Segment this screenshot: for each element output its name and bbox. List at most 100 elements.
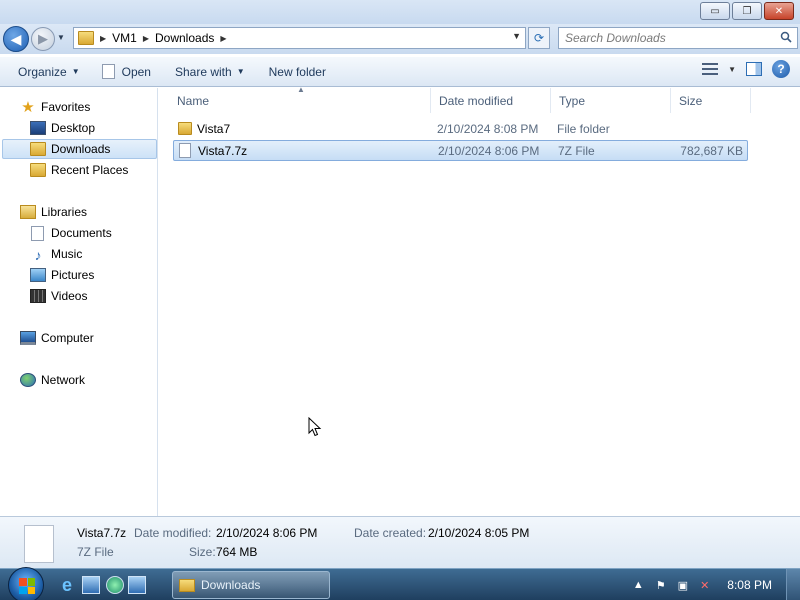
file-name: Vista7 <box>197 122 231 136</box>
forward-button[interactable]: ▶ <box>31 27 55 51</box>
change-view-icon[interactable] <box>702 63 719 75</box>
address-bar[interactable]: ▶ VM1 ▶ Downloads ▶ ▼ <box>73 27 526 49</box>
nav-pictures[interactable]: Pictures <box>30 265 94 285</box>
nav-label: Documents <box>51 226 112 240</box>
search-input[interactable] <box>559 28 769 48</box>
file-list: ▲ Name Date modified Type Size Vista7 2/… <box>159 85 800 516</box>
nav-favorites[interactable]: ★ Favorites <box>20 97 90 117</box>
documents-icon <box>31 225 44 241</box>
folder-icon <box>178 122 192 135</box>
details-file-type: 7Z File <box>77 545 114 559</box>
help-icon[interactable]: ? <box>772 60 790 78</box>
recent-places-icon <box>30 163 46 177</box>
details-date-created-label: Date created: <box>354 526 427 540</box>
file-type: 7Z File <box>558 144 595 158</box>
mouse-pointer-icon <box>308 417 322 437</box>
breadcrumb-vm1[interactable]: VM1 <box>112 31 137 45</box>
show-hidden-icons-icon[interactable]: ▲ <box>633 579 644 591</box>
column-header-type[interactable]: Type <box>551 88 671 113</box>
show-desktop-icon[interactable] <box>82 576 100 594</box>
window-controls: ▭ ❐ ✕ <box>700 2 794 20</box>
network-status-icon[interactable]: ▣ <box>678 579 688 592</box>
details-date-modified: 2/10/2024 8:06 PM <box>216 526 318 540</box>
new-folder-label: New folder <box>268 64 326 79</box>
nav-videos[interactable]: Videos <box>30 286 87 306</box>
nav-music[interactable]: ♪ Music <box>30 244 83 264</box>
desktop-icon <box>30 121 46 135</box>
nav-libraries[interactable]: Libraries <box>20 202 87 222</box>
start-button[interactable] <box>8 567 44 600</box>
share-with-button[interactable]: Share with ▼ <box>169 60 251 84</box>
new-folder-button[interactable]: New folder <box>263 60 332 84</box>
taskbar-button-downloads[interactable]: Downloads <box>172 571 330 599</box>
column-header-date-modified[interactable]: Date modified <box>431 88 551 113</box>
details-pane: Vista7.7z 7Z File Date modified: 2/10/20… <box>0 516 800 568</box>
file-row-vista7[interactable]: Vista7 2/10/2024 8:08 PM File folder <box>173 119 748 140</box>
back-button[interactable]: ◀ <box>3 26 29 52</box>
nav-label: Favorites <box>41 100 91 114</box>
open-button[interactable]: Open <box>96 60 157 84</box>
music-icon: ♪ <box>34 247 42 263</box>
organize-button[interactable]: Organize ▼ <box>12 60 86 84</box>
nav-computer[interactable]: Computer <box>20 328 94 348</box>
organize-label: Organize <box>18 64 67 79</box>
nav-documents[interactable]: Documents <box>31 223 112 243</box>
breadcrumb-downloads[interactable]: Downloads <box>155 31 214 45</box>
star-icon: ★ <box>21 99 35 116</box>
share-with-label: Share with <box>174 64 232 79</box>
column-header-name[interactable]: Name <box>169 88 431 113</box>
nav-downloads[interactable]: Downloads <box>2 139 157 159</box>
file-row-vista7-7z[interactable]: Vista7.7z 2/10/2024 8:06 PM 7Z File 782,… <box>173 140 748 161</box>
internet-explorer-icon[interactable]: e <box>58 576 76 594</box>
command-bar: Organize ▼ Open Share with ▼ New folder … <box>0 57 800 87</box>
windows-logo-icon <box>19 578 35 594</box>
search-icon[interactable] <box>780 31 792 43</box>
clock[interactable]: 8:08 PM <box>727 578 772 592</box>
breadcrumb-separator-icon[interactable]: ▶ <box>100 34 106 43</box>
file-type: File folder <box>557 122 610 136</box>
column-headers: ▲ Name Date modified Type Size <box>159 85 800 113</box>
pictures-icon <box>30 268 46 282</box>
taskbar-button-label: Downloads <box>201 578 261 592</box>
file-icon <box>101 64 115 79</box>
folder-icon <box>78 31 94 45</box>
nav-network[interactable]: Network <box>20 370 85 390</box>
view-controls: ▼ ? <box>702 60 790 78</box>
media-player-icon[interactable] <box>106 576 124 594</box>
computer-icon <box>20 331 36 345</box>
details-size-label: Size: <box>189 545 216 559</box>
nav-label: Downloads <box>51 142 111 156</box>
refresh-button[interactable]: ⟳ <box>528 27 550 49</box>
file-icon <box>24 525 54 563</box>
volume-muted-icon[interactable]: ✕ <box>700 579 709 592</box>
action-center-flag-icon[interactable]: ⚑ <box>656 579 666 592</box>
breadcrumb-separator-icon[interactable]: ▶ <box>143 34 149 43</box>
minimize-button[interactable]: ▭ <box>700 2 730 20</box>
file-name: Vista7.7z <box>198 144 248 158</box>
column-header-size[interactable]: Size <box>671 88 751 113</box>
nav-recent-places[interactable]: Recent Places <box>30 160 128 180</box>
nav-label: Computer <box>41 331 94 345</box>
videos-icon <box>30 289 46 303</box>
windows-explorer-icon[interactable] <box>128 576 146 594</box>
details-date-created: 2/10/2024 8:05 PM <box>428 526 530 540</box>
nav-label: Network <box>41 373 86 387</box>
downloads-folder-icon <box>30 142 46 156</box>
chevron-down-icon[interactable]: ▼ <box>728 65 736 74</box>
address-history-dropdown[interactable]: ▼ <box>512 31 521 41</box>
details-date-modified-label: Date modified: <box>134 526 212 540</box>
breadcrumb-separator-icon[interactable]: ▶ <box>220 34 226 43</box>
close-button[interactable]: ✕ <box>764 2 794 20</box>
search-box <box>558 27 798 49</box>
file-date-modified: 2/10/2024 8:08 PM <box>437 122 539 136</box>
title-bar: ▭ ❐ ✕ <box>0 0 800 24</box>
preview-pane-icon[interactable] <box>746 62 762 76</box>
open-label: Open <box>121 64 151 79</box>
show-desktop-button[interactable] <box>786 569 800 600</box>
nav-label: Videos <box>51 289 88 303</box>
file-size: 782,687 KB <box>680 144 743 158</box>
nav-label: Desktop <box>51 121 96 135</box>
recent-pages-dropdown[interactable]: ▼ <box>57 33 65 42</box>
restore-button[interactable]: ❐ <box>732 2 762 20</box>
nav-desktop[interactable]: Desktop <box>30 118 95 138</box>
